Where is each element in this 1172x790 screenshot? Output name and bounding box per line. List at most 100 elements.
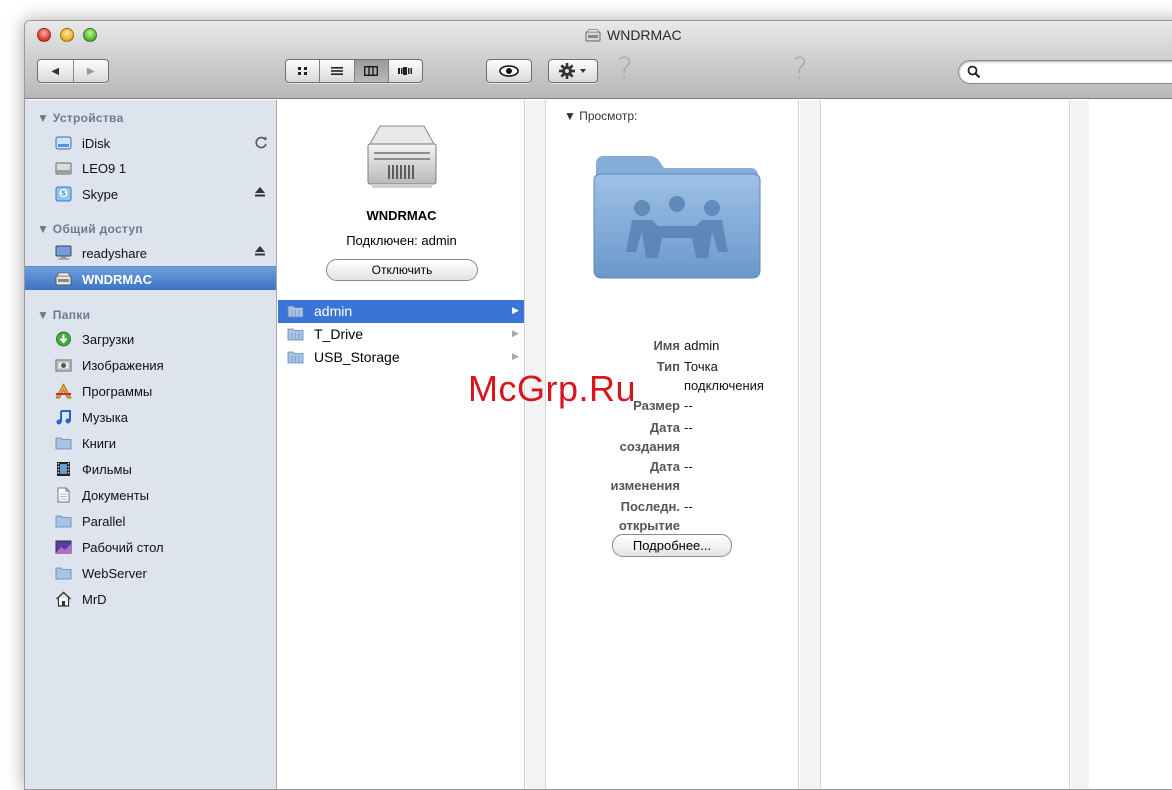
sidebar-item-webserver[interactable]: WebServer [25,561,276,585]
info-type-value-cont: подключения [684,378,764,393]
list-view-button[interactable] [319,60,353,82]
shared-header[interactable]: ▼ Общий доступ [37,222,143,236]
sidebar-item-label: Рабочий стол [82,540,164,555]
sidebar-item-movies[interactable]: Фильмы [25,457,276,481]
quick-look-button[interactable] [486,59,532,83]
sidebar-item-label: Музыка [82,410,128,425]
view-mode-control [285,59,423,83]
sidebar-item-idisk[interactable]: iDisk [25,131,276,155]
help-icon-secondary[interactable]: ? [792,52,808,87]
sidebar-item-desktop[interactable]: Рабочий стол [25,535,276,559]
info-created-value: -- [684,420,693,435]
places-header[interactable]: ▼ Папки [37,308,90,322]
back-button[interactable]: ◀ [38,60,73,82]
disk-image-icon: S [55,186,72,202]
sync-icon[interactable] [254,135,268,152]
icon-view-icon [297,67,307,75]
info-created-key-cont: создания [619,439,680,454]
sidebar-item-pictures[interactable]: Изображения [25,353,276,377]
help-icon[interactable]: ? [617,52,633,87]
sidebar-item-label: iDisk [82,136,111,151]
toolbar: WNDRMAC ◀ ▶ ? ? [25,21,1172,99]
documents-icon [57,487,70,503]
zoom-window-button[interactable] [83,28,97,42]
server-column: WNDRMAC Подключен: admin Отключить admin… [278,100,525,789]
sidebar-item-music[interactable]: Музыка [25,405,276,429]
sidebar-item-applications[interactable]: Программы [25,379,276,403]
home-icon [56,591,71,607]
info-name-value: admin [684,338,720,353]
eject-icon[interactable] [254,186,266,201]
cover-flow-icon [398,67,413,75]
folder-row-t-drive[interactable]: T_Drive ▶ [278,323,524,346]
minimize-window-button[interactable] [60,28,74,42]
sidebar-item-wndrmac[interactable]: WNDRMAC [25,266,276,290]
forward-button[interactable]: ▶ [72,60,109,82]
search-field[interactable] [958,60,1172,84]
chevron-down-icon [580,69,586,73]
devices-header[interactable]: ▼ Устройства [37,111,124,125]
folder-row-usb-storage[interactable]: USB_Storage ▶ [278,346,524,369]
network-computer-icon [55,245,72,260]
more-info-button[interactable]: Подробнее... [612,534,732,557]
info-opened-key-cont: открытие [618,518,680,533]
info-size-value: -- [684,398,693,413]
icon-view-button[interactable] [286,60,319,82]
sidebar-item-readyshare[interactable]: readyshare [25,241,276,265]
server-name: WNDRMAC [366,208,437,223]
sidebar-item-parallel[interactable]: Parallel [25,509,276,533]
disclosure-arrow-icon: ▶ [512,305,519,315]
disconnect-button[interactable]: Отключить [326,259,478,281]
column-gap [526,100,545,789]
back-forward-control: ◀ ▶ [37,59,109,83]
sidebar-item-books[interactable]: Книги [25,431,276,455]
empty-column [820,100,1070,789]
column-view-button[interactable] [353,60,388,82]
shared-folder-icon [287,305,304,318]
folder-icon [55,515,72,528]
preview-column: ▼ Просмотр: Имя admin Тип Точка подключе… [545,100,799,789]
connection-status: Подключен: admin [346,233,457,248]
folder-icon [55,567,72,580]
server-icon [55,272,72,286]
cover-flow-button[interactable] [387,60,422,82]
sidebar-item-label: Фильмы [82,462,132,477]
eject-icon[interactable] [254,245,266,260]
info-modified-value: -- [684,459,693,474]
sidebar-item-label: LEO9 1 [82,161,127,176]
folder-label: USB_Storage [314,349,400,365]
sidebar-item-label: Parallel [82,514,126,529]
search-icon [967,65,981,79]
sidebar-item-downloads[interactable]: Загрузки [25,327,276,351]
window-title-text: WNDRMAC [607,27,682,43]
eye-icon [499,65,519,77]
server-icon [585,28,601,41]
sidebar-item-documents[interactable]: Документы [25,483,276,507]
info-opened-value: -- [684,499,693,514]
idisk-icon [55,136,72,150]
sidebar-item-label: Книги [82,436,117,451]
info-size-key: Размер [633,398,680,413]
folder-label: admin [314,303,353,319]
sidebar-item-label: WebServer [82,566,147,581]
preview-header[interactable]: ▼ Просмотр: [564,109,637,123]
action-menu-button[interactable] [548,59,598,83]
music-icon [56,410,71,425]
gear-icon [559,63,586,79]
close-window-button[interactable] [37,28,51,42]
sidebar-item-leo9[interactable]: LEO9 1 [25,156,276,180]
column-gap [800,100,820,789]
column-gap [1071,100,1089,789]
movies-icon [57,462,70,476]
sidebar-item-label: readyshare [82,246,148,261]
sidebar-item-skype[interactable]: S Skype [25,182,276,206]
shared-folder-icon [287,328,304,341]
shared-folder-icon [593,156,761,279]
folder-row-admin[interactable]: admin ▶ [278,300,524,323]
server-icon [367,125,437,188]
column-view-icon [364,66,379,76]
sidebar-item-home[interactable]: MrD [25,587,276,611]
pictures-icon [55,359,72,372]
sidebar-item-label: Программы [82,384,153,399]
sidebar-item-label: WNDRMAC [82,272,153,287]
